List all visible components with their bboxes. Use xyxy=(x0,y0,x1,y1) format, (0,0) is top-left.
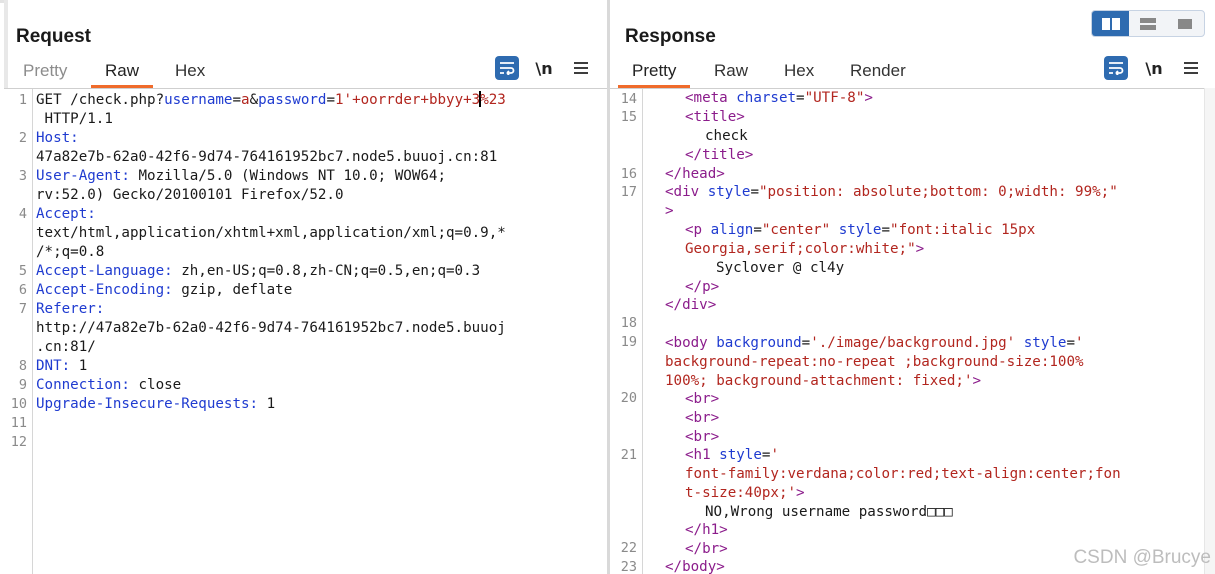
response-line: Syclover @ cl4y xyxy=(716,260,845,276)
request-line: Referer: xyxy=(36,301,105,317)
request-tab-pretty[interactable]: Pretty xyxy=(23,58,67,85)
request-line: User-Agent: Mozilla/5.0 (Windows NT 10.0… xyxy=(36,168,447,184)
response-line: <div style="position: absolute;bottom: 0… xyxy=(665,184,1118,200)
response-line: <meta charset="UTF-8"> xyxy=(685,90,873,106)
response-title: Response xyxy=(625,26,716,47)
response-line: 100%; background-attachment: fixed;'> xyxy=(665,373,982,389)
request-line: HTTP/1.1 xyxy=(36,111,113,127)
request-line: Upgrade-Insecure-Requests: 1 xyxy=(36,396,276,412)
request-line: Connection: close xyxy=(36,377,182,393)
line-number: 19 xyxy=(620,334,637,350)
response-line: <br> xyxy=(685,410,720,426)
watermark: CSDN @Brucye xyxy=(1073,547,1211,568)
response-line: <p align="center" style="font:italic 15p… xyxy=(685,222,1036,238)
line-number: 9 xyxy=(18,377,27,393)
response-line-gutter: 14 15 16 17 18 19 20 21 22 23 xyxy=(610,89,643,574)
response-line: </head> xyxy=(665,166,725,182)
request-code[interactable]: GET /check.php?username=a&password=1'+oo… xyxy=(36,89,607,574)
line-number: 3 xyxy=(18,168,27,184)
response-line: <br> xyxy=(685,391,720,407)
response-line: </p> xyxy=(685,279,720,295)
response-scrollbar[interactable] xyxy=(1204,88,1215,574)
response-line: NO,Wrong username password□□□ xyxy=(705,504,953,520)
line-number: 10 xyxy=(10,396,27,412)
request-line: DNT: 1 xyxy=(36,358,88,374)
line-number: 4 xyxy=(18,206,27,222)
request-menu-icon[interactable] xyxy=(569,56,593,80)
line-number: 20 xyxy=(620,390,637,406)
response-line: </br> xyxy=(685,541,728,557)
line-number: 16 xyxy=(620,166,637,182)
line-number: 2 xyxy=(18,130,27,146)
request-line: Accept-Encoding: gzip, deflate xyxy=(36,282,293,298)
line-number: 22 xyxy=(620,540,637,556)
line-number: 23 xyxy=(620,559,637,574)
request-line: GET /check.php?username=a&password=1'+oo… xyxy=(36,91,506,108)
line-number: 18 xyxy=(620,315,637,331)
request-line: text/html,application/xhtml+xml,applicat… xyxy=(36,225,506,241)
single-pane-icon[interactable] xyxy=(1166,11,1203,36)
request-line-gutter: 1 2 3 4 5 6 7 8 9 10 11 12 xyxy=(4,89,33,574)
top-bottom-icon[interactable] xyxy=(1129,11,1166,36)
request-line: 47a82e7b-62a0-42f6-9d74-764161952bc7.nod… xyxy=(36,149,498,165)
response-wrap-text-icon[interactable] xyxy=(1104,56,1128,80)
response-line: </title> xyxy=(685,147,754,163)
request-line: Host: xyxy=(36,130,79,146)
request-line: http://47a82e7b-62a0-42f6-9d74-764161952… xyxy=(36,320,506,336)
response-line: background-repeat:no-repeat ;background-… xyxy=(665,354,1084,370)
response-line: <br> xyxy=(685,429,720,445)
response-line: </body> xyxy=(665,559,725,574)
response-line: </h1> xyxy=(685,522,728,538)
request-panel: Request Pretty Raw Hex \n 1 2 3 4 5 6 7 … xyxy=(4,0,607,574)
response-line: font-family:verdana;color:red;text-align… xyxy=(685,466,1121,482)
line-number: 17 xyxy=(620,184,637,200)
response-line: > xyxy=(665,203,674,219)
layout-switcher xyxy=(1091,10,1205,37)
line-number: 8 xyxy=(18,358,27,374)
response-panel: Response Pretty Raw Hex Render \n 14 15 … xyxy=(610,0,1215,574)
line-number: 6 xyxy=(18,282,27,298)
line-number: 21 xyxy=(620,447,637,463)
line-number: 5 xyxy=(18,263,27,279)
response-tab-render[interactable]: Render xyxy=(850,58,906,85)
request-line: Accept-Language: zh,en-US;q=0.8,zh-CN;q=… xyxy=(36,263,481,279)
response-tab-pretty[interactable]: Pretty xyxy=(618,58,691,88)
request-line: Accept: xyxy=(36,206,96,222)
response-newline-toggle[interactable]: \n xyxy=(1142,56,1166,80)
line-number: 12 xyxy=(10,434,27,450)
response-line: Georgia,serif;color:white;"> xyxy=(685,241,925,257)
request-newline-toggle[interactable]: \n xyxy=(532,56,556,80)
line-number: 1 xyxy=(18,92,27,108)
response-tab-raw[interactable]: Raw xyxy=(714,58,748,85)
line-number: 14 xyxy=(620,91,637,107)
side-by-side-icon[interactable] xyxy=(1092,11,1129,36)
response-line: <title> xyxy=(685,109,745,125)
request-editor[interactable]: 1 2 3 4 5 6 7 8 9 10 11 12 GET /check.ph… xyxy=(4,88,607,574)
line-number: 7 xyxy=(18,301,27,317)
response-editor[interactable]: 14 15 16 17 18 19 20 21 22 23 <meta char… xyxy=(610,88,1215,574)
response-tab-hex[interactable]: Hex xyxy=(784,58,814,85)
response-menu-icon[interactable] xyxy=(1179,56,1203,80)
response-code[interactable]: <meta charset="UTF-8"> <title> check </t… xyxy=(665,89,1215,574)
request-title: Request xyxy=(16,26,91,47)
request-line: /*;q=0.8 xyxy=(36,244,105,260)
response-line: <body background='./image/background.jpg… xyxy=(665,335,1084,351)
request-line: .cn:81/ xyxy=(36,339,96,355)
response-line: t-size:40px;'> xyxy=(685,485,805,501)
request-tab-raw[interactable]: Raw xyxy=(91,58,154,88)
request-line: rv:52.0) Gecko/20100101 Firefox/52.0 xyxy=(36,187,344,203)
line-number: 15 xyxy=(620,109,637,125)
response-line: <h1 style=' xyxy=(685,447,779,463)
line-number: 11 xyxy=(10,415,27,431)
response-line: </div> xyxy=(665,297,717,313)
request-tab-hex[interactable]: Hex xyxy=(175,58,205,85)
response-line: check xyxy=(705,128,748,144)
request-wrap-text-icon[interactable] xyxy=(495,56,519,80)
